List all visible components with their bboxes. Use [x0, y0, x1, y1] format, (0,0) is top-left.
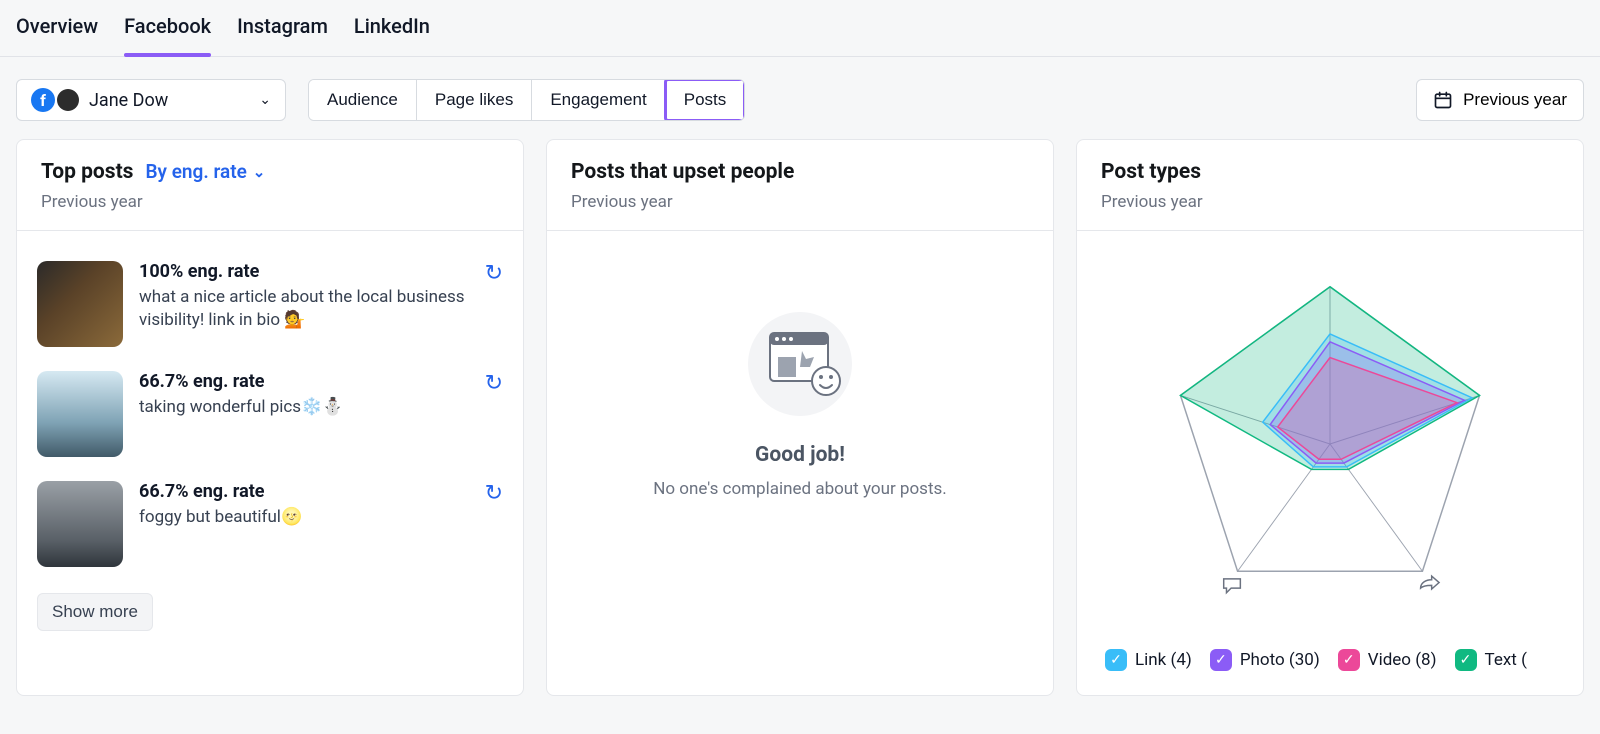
top-nav: Overview Facebook Instagram LinkedIn — [0, 0, 1600, 57]
avatar — [57, 89, 79, 111]
empty-state-illustration — [740, 309, 860, 419]
checkbox-icon: ✓ — [1105, 649, 1127, 671]
legend-item-video[interactable]: ✓ Video (8) — [1338, 649, 1437, 671]
account-selector[interactable]: f Jane Dow ⌄ — [16, 79, 286, 121]
chart-legend: ✓ Link (4) ✓ Photo (30) ✓ Video (8) ✓ Te… — [1097, 637, 1563, 671]
empty-state-title: Good job! — [587, 443, 1013, 467]
post-text: what a nice article about the local busi… — [139, 286, 469, 332]
chevron-down-icon: ⌄ — [253, 163, 266, 181]
calendar-icon — [1433, 90, 1453, 110]
top-posts-title: Top posts — [41, 160, 133, 184]
facebook-icon: f — [31, 88, 55, 112]
legend-label: Photo (30) — [1240, 650, 1320, 670]
post-thumbnail — [37, 481, 123, 567]
post-types-title: Post types — [1101, 160, 1201, 184]
legend-label: Video (8) — [1368, 650, 1437, 670]
date-range-label: Previous year — [1463, 90, 1567, 110]
upset-subtitle: Previous year — [571, 192, 1029, 212]
list-item[interactable]: 100% eng. rate what a nice article about… — [37, 249, 503, 359]
checkbox-icon: ✓ — [1338, 649, 1360, 671]
seg-engagement[interactable]: Engagement — [532, 80, 665, 120]
tab-instagram[interactable]: Instagram — [237, 14, 328, 56]
checkbox-icon: ✓ — [1210, 649, 1232, 671]
post-eng-rate: 66.7% eng. rate — [139, 371, 469, 392]
top-posts-sort-label: By eng. rate — [145, 160, 246, 183]
section-tabs: Audience Page likes Engagement Posts — [308, 79, 745, 121]
post-thumbnail — [37, 371, 123, 457]
post-text: taking wonderful pics❄️⛄ — [139, 396, 469, 419]
tab-overview[interactable]: Overview — [16, 14, 98, 56]
post-text: foggy but beautiful🌝 — [139, 506, 469, 529]
seg-page-likes[interactable]: Page likes — [417, 80, 532, 120]
upset-posts-card: Posts that upset people Previous year Go… — [546, 139, 1054, 696]
chevron-down-icon: ⌄ — [259, 92, 271, 108]
checkbox-icon: ✓ — [1455, 649, 1477, 671]
post-types-card: Post types Previous year ✓ Link (4) ✓ Ph… — [1076, 139, 1584, 696]
show-more-button[interactable]: Show more — [37, 593, 153, 631]
top-posts-subtitle: Previous year — [41, 192, 499, 212]
post-eng-rate: 66.7% eng. rate — [139, 481, 469, 502]
seg-audience[interactable]: Audience — [309, 80, 417, 120]
refresh-icon[interactable]: ↻ — [485, 261, 503, 286]
account-name: Jane Dow — [89, 90, 249, 111]
tab-facebook[interactable]: Facebook — [124, 14, 211, 56]
empty-state-subtitle: No one's complained about your posts. — [587, 479, 1013, 499]
toolbar: f Jane Dow ⌄ Audience Page likes Engagem… — [0, 57, 1600, 139]
post-eng-rate: 100% eng. rate — [139, 261, 469, 282]
post-types-subtitle: Previous year — [1101, 192, 1559, 212]
list-item[interactable]: 66.7% eng. rate taking wonderful pics❄️⛄… — [37, 359, 503, 469]
tab-linkedin[interactable]: LinkedIn — [354, 14, 430, 56]
refresh-icon[interactable]: ↻ — [485, 371, 503, 396]
legend-label: Link (4) — [1135, 650, 1192, 670]
legend-label: Text ( — [1485, 650, 1527, 670]
top-posts-card: Top posts By eng. rate ⌄ Previous year 1… — [16, 139, 524, 696]
legend-item-text[interactable]: ✓ Text ( — [1455, 649, 1527, 671]
upset-title: Posts that upset people — [571, 160, 794, 184]
seg-posts[interactable]: Posts — [666, 80, 745, 120]
post-thumbnail — [37, 261, 123, 347]
list-item[interactable]: 66.7% eng. rate foggy but beautiful🌝 ↻ — [37, 469, 503, 579]
post-types-radar-chart — [1101, 259, 1559, 629]
legend-item-link[interactable]: ✓ Link (4) — [1105, 649, 1192, 671]
top-posts-sort[interactable]: By eng. rate ⌄ — [145, 160, 265, 183]
legend-item-photo[interactable]: ✓ Photo (30) — [1210, 649, 1320, 671]
refresh-icon[interactable]: ↻ — [485, 481, 503, 506]
date-range-button[interactable]: Previous year — [1416, 79, 1584, 121]
